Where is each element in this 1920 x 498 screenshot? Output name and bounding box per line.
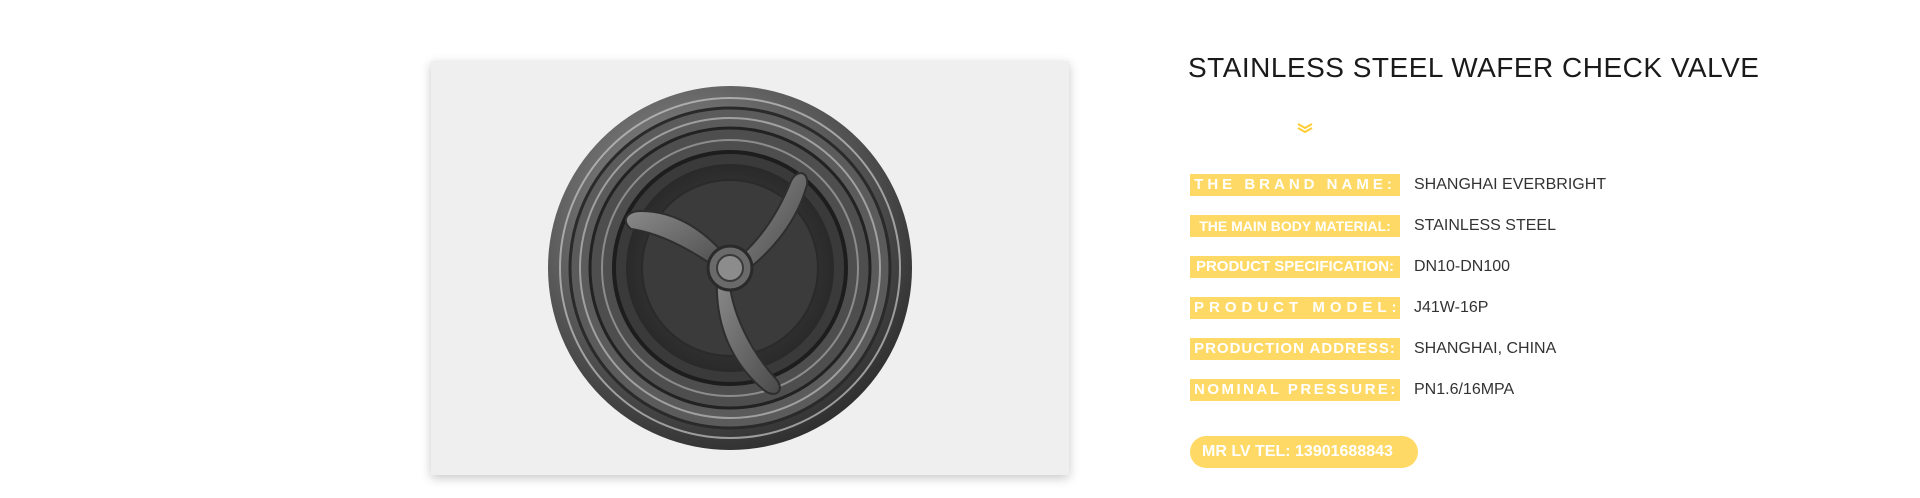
spec-value: SHANGHAI EVERBRIGHT: [1414, 176, 1607, 193]
product-image: [431, 61, 1069, 475]
wafer-check-valve-photo: [548, 86, 912, 450]
spec-label: THE MAIN BODY MATERIAL:: [1190, 215, 1400, 237]
spec-row-model: PRODUCT MODEL: J41W-16P: [1190, 295, 1488, 321]
spec-row-pressure: NOMINAL PRESSURE: PN1.6/16MPA: [1190, 377, 1514, 403]
spec-value: DN10-DN100: [1414, 258, 1511, 275]
spec-label: THE BRAND NAME:: [1190, 174, 1400, 196]
product-title: STAINLESS STEEL WAFER CHECK VALVE: [1188, 52, 1760, 83]
double-chevron-down-icon: [1297, 123, 1313, 134]
spec-row-address: PRODUCTION ADDRESS: SHANGHAI, CHINA: [1190, 336, 1556, 362]
spec-label: NOMINAL PRESSURE:: [1190, 379, 1400, 401]
spec-row-specification: PRODUCT SPECIFICATION: DN10-DN100: [1190, 254, 1510, 280]
spec-value: STAINLESS STEEL: [1414, 217, 1556, 234]
spec-label: PRODUCT SPECIFICATION:: [1190, 256, 1400, 278]
spec-value: SHANGHAI, CHINA: [1414, 340, 1557, 357]
spec-label: PRODUCT MODEL:: [1190, 297, 1400, 319]
spec-row-brand: THE BRAND NAME: SHANGHAI EVERBRIGHT: [1190, 172, 1606, 198]
contact-phone-button[interactable]: MR LV TEL: 13901688843: [1190, 436, 1418, 468]
spec-value: J41W-16P: [1414, 299, 1489, 316]
spec-row-material: THE MAIN BODY MATERIAL: STAINLESS STEEL: [1190, 213, 1556, 239]
spec-label: PRODUCTION ADDRESS:: [1190, 338, 1400, 360]
spec-value: PN1.6/16MPA: [1414, 381, 1515, 398]
